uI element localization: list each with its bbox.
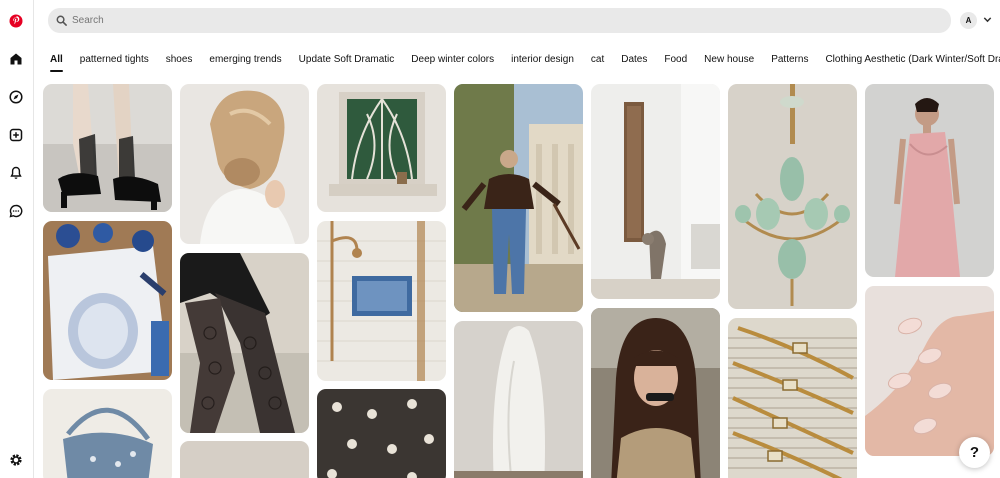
pin-stained-glass-window[interactable] — [317, 84, 446, 212]
notifications-bell-icon[interactable] — [5, 162, 27, 184]
tab-emerging-trends[interactable]: emerging trends — [203, 52, 287, 72]
pin-floral-tile-floor[interactable] — [317, 389, 446, 478]
pin-pink-manicure[interactable] — [865, 286, 994, 456]
tab-patterns[interactable]: Patterns — [765, 52, 814, 72]
tab-shoes[interactable]: shoes — [160, 52, 199, 72]
pin-blue-shoulder-bag[interactable] — [43, 389, 172, 478]
pin-black-heels-socks[interactable] — [43, 84, 172, 212]
pinterest-logo-icon[interactable] — [5, 10, 27, 32]
pin-green-chandelier[interactable] — [728, 84, 857, 309]
settings-gear-icon[interactable] — [5, 449, 27, 471]
create-plus-icon[interactable] — [5, 124, 27, 146]
search-input[interactable] — [72, 15, 932, 26]
explore-compass-icon[interactable] — [5, 86, 27, 108]
pin-blonde-low-bun[interactable] — [180, 84, 309, 244]
pin-blue-pottery-painting[interactable] — [43, 221, 172, 380]
sidebar-nav — [0, 0, 34, 478]
pin-shower-blue-tile[interactable] — [317, 221, 446, 381]
pin-woman-bangs-sunglasses[interactable] — [591, 308, 720, 478]
pin-leather-jacket-jeans[interactable] — [454, 84, 583, 312]
chevron-down-icon[interactable] — [982, 14, 993, 25]
tab-patterned-tights[interactable]: patterned tights — [74, 52, 155, 72]
messages-chat-icon[interactable] — [5, 200, 27, 222]
tab-dates[interactable]: Dates — [615, 52, 653, 72]
tab-food[interactable]: Food — [658, 52, 693, 72]
help-button[interactable]: ? — [959, 437, 990, 468]
pin-vintage-gold-watches[interactable] — [728, 318, 857, 478]
tab-deep-winter-colors[interactable]: Deep winter colors — [405, 52, 500, 72]
pin-lace-tights[interactable] — [180, 253, 309, 433]
avatar[interactable]: A — [960, 12, 977, 29]
tab-interior-design[interactable]: interior design — [505, 52, 580, 72]
search-icon — [56, 15, 67, 26]
board-filter-tabs: All patterned tights shoes emerging tren… — [44, 52, 1000, 72]
pin-pink-draped-dress[interactable] — [865, 84, 994, 277]
pin-cat-scratching-post[interactable] — [591, 84, 720, 299]
tab-cat[interactable]: cat — [585, 52, 610, 72]
tab-all[interactable]: All — [44, 52, 69, 72]
search-bar[interactable] — [48, 8, 951, 33]
home-icon[interactable] — [5, 48, 27, 70]
pin-white-sculpture[interactable] — [454, 321, 583, 478]
tab-clothing-aesthetic[interactable]: Clothing Aesthetic (Dark Winter/Soft Dra… — [819, 52, 1000, 72]
tab-new-house[interactable]: New house — [698, 52, 760, 72]
pin-beige[interactable] — [180, 441, 309, 478]
tab-update-soft-dramatic[interactable]: Update Soft Dramatic — [293, 52, 401, 72]
